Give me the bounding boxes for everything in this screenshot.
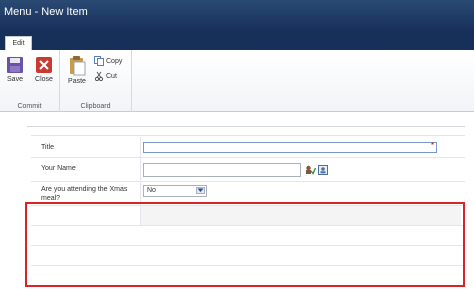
save-label: Save [7,76,23,83]
xmas-meal-select[interactable]: No [143,185,207,197]
paste-icon [70,56,86,76]
cut-button[interactable]: Cut [94,71,117,82]
tab-edit[interactable]: Edit [5,36,32,51]
cut-label: Cut [106,72,117,80]
copy-button[interactable]: Copy [94,56,122,67]
form-row-your-name: Your Name [31,158,465,182]
chevron-down-icon[interactable] [196,187,205,194]
close-icon [36,57,52,73]
ribbon: Save Close Commit Paste Copy Cut Clipboa… [0,50,474,112]
title-bar: Menu - New Item [0,0,474,32]
required-marker: * [431,141,435,150]
paste-label: Paste [68,78,86,85]
red-highlight-box [25,202,465,287]
cut-icon [94,71,104,81]
form-row-title: Title * [31,137,465,158]
copy-icon [94,56,104,66]
your-name-input[interactable] [143,163,301,177]
xmas-meal-label: Are you attending the Xmas meal? [41,186,128,202]
form-top-row [31,135,465,136]
close-button[interactable]: Close [33,56,55,83]
save-button[interactable]: Save [4,56,26,83]
window-title: Menu - New Item [4,6,88,18]
address-book-icon[interactable] [318,165,328,175]
close-label: Close [35,76,53,83]
save-icon [7,57,23,73]
xmas-meal-selected-value: No [147,187,156,194]
commit-group-label: Commit [17,103,42,110]
title-input[interactable] [143,142,437,153]
copy-label: Copy [106,57,123,65]
clipboard-group-label: Clipboard [80,103,111,110]
your-name-label: Your Name [41,165,76,172]
ribbon-tab-strip [0,32,474,50]
title-label: Title [41,144,54,151]
paste-button[interactable]: Paste [66,56,88,85]
commit-group: Save Close Commit [0,50,60,112]
check-names-icon[interactable] [305,165,316,175]
page: Menu - New Item Edit Save Close Commit P… [0,0,474,302]
clipboard-group: Paste Copy Cut Clipboard [60,50,132,112]
